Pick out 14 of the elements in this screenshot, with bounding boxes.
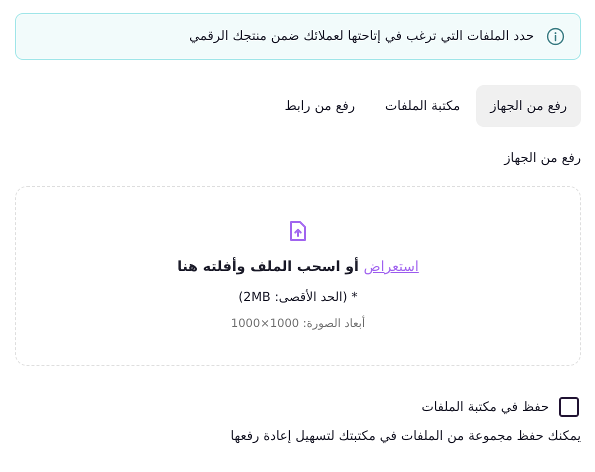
info-text: حدد الملفات التي ترغب في إتاحتها لعملائك ضمن منتجك الرقمي [189,29,534,44]
dropzone[interactable]: استعراض أو اسحب الملف وأفلته هنا * (الحد الأقصى: 2MB) أبعاد الصورة: 1000×1000 [15,186,581,366]
upload-prompt: استعراض أو اسحب الملف وأفلته هنا [177,259,419,275]
max-size-text: * (الحد الأقصى: 2MB) [238,289,358,304]
tab[interactable]: مكتبة الملفات [371,85,474,127]
tab[interactable]: رفع من الجهاز [476,85,581,127]
checkbox-label: حفظ في مكتبة الملفات [421,400,549,414]
checkbox[interactable] [559,397,579,417]
file-upload-icon [289,221,307,241]
section-label: رفع من الجهاز [502,151,581,166]
tab[interactable]: رفع من رابط [270,85,369,127]
dimensions-text: أبعاد الصورة: 1000×1000 [230,316,366,330]
help-text: يمكنك حفظ مجموعة من الملفات في مكتبتك لتسهيل إعادة رفعها [230,429,581,444]
info-icon [546,27,565,46]
